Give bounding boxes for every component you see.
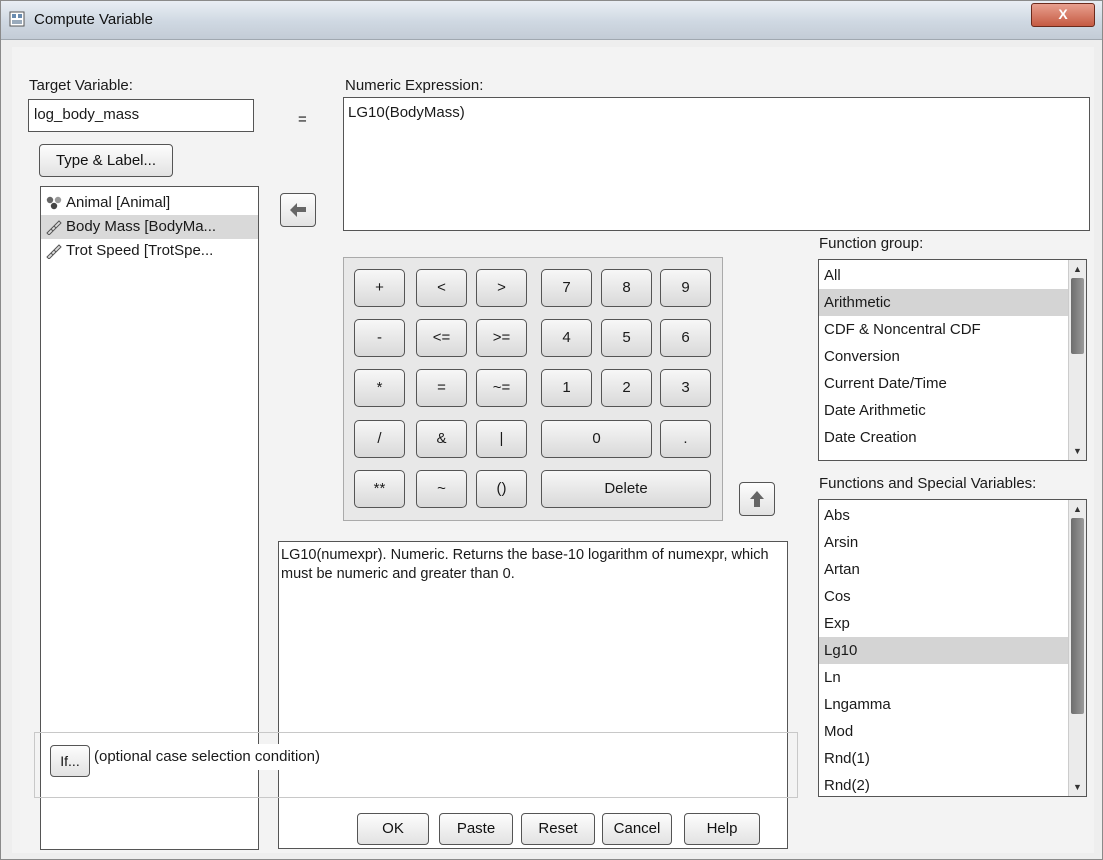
compute-variable-dialog: Compute Variable X Target Variable: log_… bbox=[0, 0, 1103, 860]
variable-item-label: Body Mass [BodyMa... bbox=[66, 218, 217, 235]
compute-app-icon bbox=[9, 11, 25, 27]
numeric-expression-input[interactable]: LG10(BodyMass) bbox=[343, 97, 1090, 231]
key-equals[interactable]: = bbox=[416, 369, 467, 407]
numeric-expression-value: LG10(BodyMass) bbox=[348, 104, 465, 121]
functions-items: Abs Arsin Artan Cos Exp Lg10 Ln Lngamma Mod Rnd(1… bbox=[819, 502, 1086, 796]
variable-item-animal[interactable]: Animal [Animal] bbox=[41, 191, 258, 215]
reset-button[interactable]: Reset bbox=[521, 813, 595, 845]
function-item[interactable]: Ln bbox=[819, 664, 1068, 691]
function-item[interactable]: Abs bbox=[819, 502, 1068, 529]
scroll-thumb[interactable] bbox=[1071, 278, 1084, 354]
function-item[interactable]: Lg10 bbox=[819, 637, 1068, 664]
key-parentheses[interactable]: () bbox=[476, 470, 527, 508]
scale-variable-icon bbox=[46, 244, 62, 260]
variable-item-label: Trot Speed [TrotSpe... bbox=[66, 242, 214, 259]
title-bar[interactable]: Compute Variable X bbox=[1, 1, 1102, 40]
type-label-button[interactable]: Type & Label... bbox=[39, 144, 173, 177]
key-decimal[interactable]: . bbox=[660, 420, 711, 458]
key-9[interactable]: 9 bbox=[660, 269, 711, 307]
key-2[interactable]: 2 bbox=[601, 369, 652, 407]
key-delete[interactable]: Delete bbox=[541, 470, 711, 508]
close-icon: X bbox=[1058, 6, 1068, 22]
nominal-variable-icon bbox=[46, 196, 62, 210]
key-5[interactable]: 5 bbox=[601, 319, 652, 357]
dialog-body: Target Variable: log_body_mass = Type & … bbox=[12, 47, 1094, 853]
scroll-up-icon[interactable]: ▲ bbox=[1071, 502, 1084, 516]
function-item[interactable]: Artan bbox=[819, 556, 1068, 583]
scroll-down-icon[interactable]: ▼ bbox=[1071, 444, 1084, 458]
key-6[interactable]: 6 bbox=[660, 319, 711, 357]
function-group-item[interactable]: Conversion bbox=[819, 343, 1068, 370]
window-title: Compute Variable bbox=[34, 11, 153, 28]
equals-sign: = bbox=[298, 111, 307, 128]
scroll-down-icon[interactable]: ▼ bbox=[1071, 780, 1084, 794]
key-or[interactable]: | bbox=[476, 420, 527, 458]
function-item[interactable]: Rnd(2) bbox=[819, 772, 1068, 796]
cancel-button[interactable]: Cancel bbox=[602, 813, 672, 845]
function-group-item[interactable]: Date Arithmetic bbox=[819, 397, 1068, 424]
target-variable-label: Target Variable: bbox=[29, 77, 133, 94]
function-item[interactable]: Mod bbox=[819, 718, 1068, 745]
functions-scrollbar[interactable]: ▲ ▼ bbox=[1068, 500, 1086, 796]
target-variable-input[interactable]: log_body_mass bbox=[28, 99, 254, 132]
key-8[interactable]: 8 bbox=[601, 269, 652, 307]
function-group-items: All Arithmetic CDF & Noncentral CDF Convers… bbox=[819, 262, 1086, 451]
key-plus[interactable]: + bbox=[354, 269, 405, 307]
functions-label: Functions and Special Variables: bbox=[819, 475, 1037, 492]
function-item[interactable]: Rnd(1) bbox=[819, 745, 1068, 772]
function-description: LG10(numexpr). Numeric. Returns the base… bbox=[278, 541, 788, 849]
functions-list[interactable]: Abs Arsin Artan Cos Exp Lg10 Ln Lngamma Mod Rnd(1… bbox=[818, 499, 1087, 797]
variable-item-label: Animal [Animal] bbox=[66, 194, 171, 211]
insert-function-button[interactable] bbox=[739, 482, 775, 516]
function-group-list[interactable]: All Arithmetic CDF & Noncentral CDF Convers… bbox=[818, 259, 1087, 461]
key-and[interactable]: & bbox=[416, 420, 467, 458]
key-3[interactable]: 3 bbox=[660, 369, 711, 407]
key-7[interactable]: 7 bbox=[541, 269, 592, 307]
function-item[interactable]: Arsin bbox=[819, 529, 1068, 556]
key-greater-equal[interactable]: >= bbox=[476, 319, 527, 357]
function-item[interactable]: Lngamma bbox=[819, 691, 1068, 718]
function-group-item[interactable]: Date Creation bbox=[819, 424, 1068, 451]
key-power[interactable]: ** bbox=[354, 470, 405, 508]
arrow-up-icon bbox=[750, 491, 764, 507]
key-1[interactable]: 1 bbox=[541, 369, 592, 407]
scale-variable-icon bbox=[46, 220, 62, 236]
function-group-item[interactable]: All bbox=[819, 262, 1068, 289]
function-group-item[interactable]: Current Date/Time bbox=[819, 370, 1068, 397]
function-group-label: Function group: bbox=[819, 235, 924, 252]
key-not-equal[interactable]: ~= bbox=[476, 369, 527, 407]
paste-button[interactable]: Paste bbox=[439, 813, 513, 845]
variable-item-body-mass[interactable]: Body Mass [BodyMa... bbox=[41, 215, 258, 239]
key-less-equal[interactable]: <= bbox=[416, 319, 467, 357]
close-button[interactable]: X bbox=[1031, 3, 1095, 27]
help-button[interactable]: Help bbox=[684, 813, 760, 845]
key-0[interactable]: 0 bbox=[541, 420, 652, 458]
scroll-thumb[interactable] bbox=[1071, 518, 1084, 714]
if-button[interactable]: If... bbox=[50, 745, 90, 777]
move-variable-button[interactable] bbox=[280, 193, 316, 227]
key-not[interactable]: ~ bbox=[416, 470, 467, 508]
scroll-up-icon[interactable]: ▲ bbox=[1071, 262, 1084, 276]
arrow-right-icon bbox=[290, 203, 306, 217]
key-minus[interactable]: - bbox=[354, 319, 405, 357]
function-group-item[interactable]: Arithmetic bbox=[819, 289, 1068, 316]
function-group-item[interactable]: CDF & Noncentral CDF bbox=[819, 316, 1068, 343]
key-multiply[interactable]: * bbox=[354, 369, 405, 407]
numeric-expression-label: Numeric Expression: bbox=[345, 77, 484, 94]
key-less-than[interactable]: < bbox=[416, 269, 467, 307]
if-condition-text: (optional case selection condition) bbox=[94, 748, 320, 765]
key-4[interactable]: 4 bbox=[541, 319, 592, 357]
function-item[interactable]: Exp bbox=[819, 610, 1068, 637]
target-variable-value: log_body_mass bbox=[34, 106, 140, 123]
function-group-scrollbar[interactable]: ▲ ▼ bbox=[1068, 260, 1086, 460]
variable-item-trot-speed[interactable]: Trot Speed [TrotSpe... bbox=[41, 239, 258, 263]
function-item[interactable]: Cos bbox=[819, 583, 1068, 610]
key-greater-than[interactable]: > bbox=[476, 269, 527, 307]
if-condition-field[interactable]: (optional case selection condition) bbox=[92, 744, 772, 770]
ok-button[interactable]: OK bbox=[357, 813, 429, 845]
key-divide[interactable]: / bbox=[354, 420, 405, 458]
